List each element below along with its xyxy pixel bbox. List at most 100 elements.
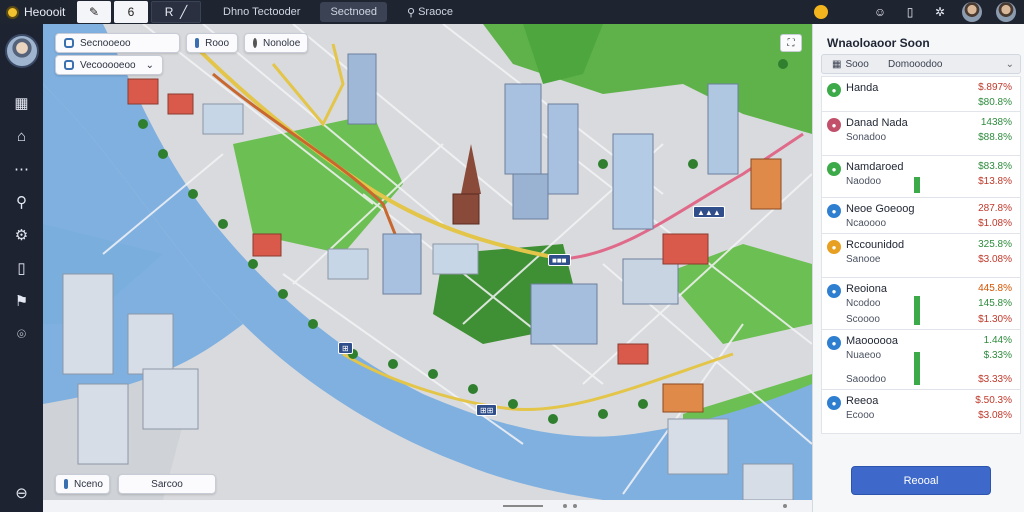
search-icon: ⚲ xyxy=(406,6,416,19)
item-value-secondary: $13.8% xyxy=(978,176,1012,187)
pin-icon[interactable]: ⚑ xyxy=(8,287,36,315)
route-icon[interactable]: ⋯ xyxy=(8,155,36,183)
line-tool-icon: ╱ xyxy=(180,5,188,19)
apply-button[interactable]: Reooal xyxy=(851,466,991,495)
map-marker[interactable]: ■■■ xyxy=(548,254,571,266)
search-pill-filter-label: Nonoloe xyxy=(263,37,301,49)
list-item[interactable]: ● Danad Nada Sonadoo 1438% $88.8% xyxy=(821,112,1021,156)
map-canvas[interactable]: Secnooeoo Rooo Nonoloe Vecooooeoo ⌄ ⛶ ▲▲… xyxy=(43,24,812,500)
item-level-bar xyxy=(914,177,920,193)
tab-selected[interactable]: Sectnoed xyxy=(320,2,387,22)
top-bar: Heoooit ✎ 6 R ╱ Dhno Tectooder Sectnoed … xyxy=(0,0,1024,24)
item-status-icon: ● xyxy=(827,284,841,298)
bottom-pill-search[interactable]: Sarcoo xyxy=(118,474,216,494)
app-window: Heoooit ✎ 6 R ╱ Dhno Tectooder Sectnoed … xyxy=(0,0,1024,512)
avatar-secondary[interactable] xyxy=(996,2,1016,22)
item-name: Rccounidod xyxy=(846,239,905,251)
list-item[interactable]: ● Reeoa Ecooo $.50.3% $3.08% xyxy=(821,390,1021,434)
home-icon[interactable]: ⌂ xyxy=(8,122,36,150)
item-value-secondary: $80.8% xyxy=(978,97,1012,108)
item-status-icon: ● xyxy=(827,118,841,132)
grid-icon: ▦ xyxy=(832,58,842,70)
item-sub: Ncaoooo xyxy=(846,218,887,229)
shape-tool-button[interactable]: 6 xyxy=(114,1,148,23)
zoom-out-icon[interactable]: ⊖ xyxy=(8,482,36,504)
search-icon[interactable]: ⚲ xyxy=(8,188,36,216)
bottom-pill-search-label: Sarcoo xyxy=(151,478,183,490)
map-expand-icon[interactable]: ⛶ xyxy=(780,34,802,52)
results-panel: Wnaoloaoor Soon ▦ Sooo Domooodoo ⌄ ● Hand… xyxy=(812,24,1024,512)
item-value-primary: $.897% xyxy=(978,82,1012,93)
panel-title: Wnaoloaoor Soon xyxy=(827,36,930,50)
page-dot[interactable] xyxy=(563,504,567,508)
item-value-secondary: $3.08% xyxy=(978,254,1012,265)
item-value-primary: $.50.3% xyxy=(975,395,1012,406)
brand[interactable]: Heoooit xyxy=(0,5,74,19)
vehicle-icon xyxy=(64,60,74,70)
item-value-primary: 1438% xyxy=(980,117,1012,128)
panel-header[interactable]: ▦ Sooo Domooodoo ⌄ xyxy=(821,54,1021,74)
item-level-bar xyxy=(914,296,920,325)
status-bar xyxy=(43,500,812,512)
route-tool-button[interactable]: R ╱ xyxy=(151,1,201,23)
book-icon[interactable]: ▯ xyxy=(8,254,36,282)
map-marker[interactable]: ▲▲▲ xyxy=(693,206,725,218)
item-value-primary: $83.8% xyxy=(978,161,1012,172)
item-name: Handa xyxy=(846,82,879,94)
item-status-icon: ● xyxy=(827,396,841,410)
tab-search[interactable]: ⚲ Sraoce xyxy=(397,2,463,22)
results-list: ● Handa $.897% $80.8% ● Danad Nada Sonadoo 1438… xyxy=(821,76,1021,434)
list-item[interactable]: ● Handa $.897% $80.8% xyxy=(821,76,1021,112)
list-item[interactable]: ● Rccounidod Sanooe 325.8% $3.08% xyxy=(821,234,1021,278)
bookmark-icon[interactable]: ▯ xyxy=(902,4,918,20)
profile-avatar[interactable] xyxy=(4,34,39,68)
list-item[interactable]: ● Maoooooa Nuaeoo Saoodoo 1.44% $.33% $3.33% xyxy=(821,330,1021,390)
search-pill-primary[interactable]: Secnooeoo xyxy=(55,33,180,53)
map-marker[interactable]: ⊞⊞ xyxy=(476,404,498,416)
chevron-down-icon: ⌄ xyxy=(145,59,154,71)
search-pill-route[interactable]: Rooo xyxy=(186,33,238,53)
item-sub: Sanooe xyxy=(846,254,881,265)
list-item[interactable]: ● Namdaroed Naodoo $83.8% $13.8% xyxy=(821,156,1021,198)
item-value-secondary: 145.8% xyxy=(978,298,1012,309)
scroll-indicator[interactable] xyxy=(503,505,543,507)
share-icon[interactable]: ✲ xyxy=(932,4,948,20)
route-tool-label: R xyxy=(164,5,174,19)
search-icon xyxy=(64,38,74,48)
top-right-tools: ☺ ▯ ✲ xyxy=(814,0,1016,24)
search-pill-route-label: Rooo xyxy=(205,37,229,49)
search-pill-filter[interactable]: Nonoloe xyxy=(244,33,308,53)
page-dot[interactable] xyxy=(573,504,577,508)
item-value-tertiary: $1.30% xyxy=(978,314,1012,325)
page-dot[interactable] xyxy=(783,504,787,508)
item-status-icon: ● xyxy=(827,162,841,176)
list-item[interactable]: ● Neoe Goeoog Ncaoooo 287.8% $1.08% xyxy=(821,198,1021,234)
tab-directions[interactable]: Dhno Tectooder xyxy=(213,2,310,22)
item-value-primary: 445.8% xyxy=(978,283,1012,294)
search-pill-primary-label: Secnooeoo xyxy=(80,37,131,49)
filter-icon xyxy=(253,38,257,48)
user-icon[interactable]: ☺ xyxy=(872,4,888,20)
chevron-down-icon: ⌄ xyxy=(1005,58,1014,70)
bottom-pill-nav-label: Nceno xyxy=(74,478,103,490)
item-name: Reoiona xyxy=(846,283,887,295)
layers-icon[interactable]: ▦ xyxy=(8,89,36,117)
item-status-icon: ● xyxy=(827,336,841,350)
search-pill-vehicle[interactable]: Vecooooeoo ⌄ xyxy=(55,55,163,75)
brand-logo-icon xyxy=(6,5,19,19)
settings-icon[interactable]: ⚙ xyxy=(8,221,36,249)
tab-search-label: Sraoce xyxy=(418,6,453,18)
item-value-primary: 1.44% xyxy=(983,335,1012,346)
item-value-secondary: $.33% xyxy=(983,350,1012,361)
map-marker[interactable]: ⊞ xyxy=(338,342,353,354)
avatar[interactable] xyxy=(962,2,982,22)
list-item[interactable]: ● Reoiona Ncodoo Scoooo 445.8% 145.8% $1.30% xyxy=(821,278,1021,330)
draw-tool-button[interactable]: ✎ xyxy=(77,1,111,23)
coin-icon[interactable] xyxy=(814,5,828,19)
location-icon[interactable]: ⌾ xyxy=(8,320,36,348)
left-sidebar: ▦ ⌂ ⋯ ⚲ ⚙ ▯ ⚑ ⌾ ⊖ xyxy=(0,24,43,512)
item-value-tertiary: $3.33% xyxy=(978,374,1012,385)
item-name: Danad Nada xyxy=(846,117,908,129)
item-sub: Ecooo xyxy=(846,410,875,421)
bottom-pill-nav[interactable]: Nceno xyxy=(55,474,110,494)
